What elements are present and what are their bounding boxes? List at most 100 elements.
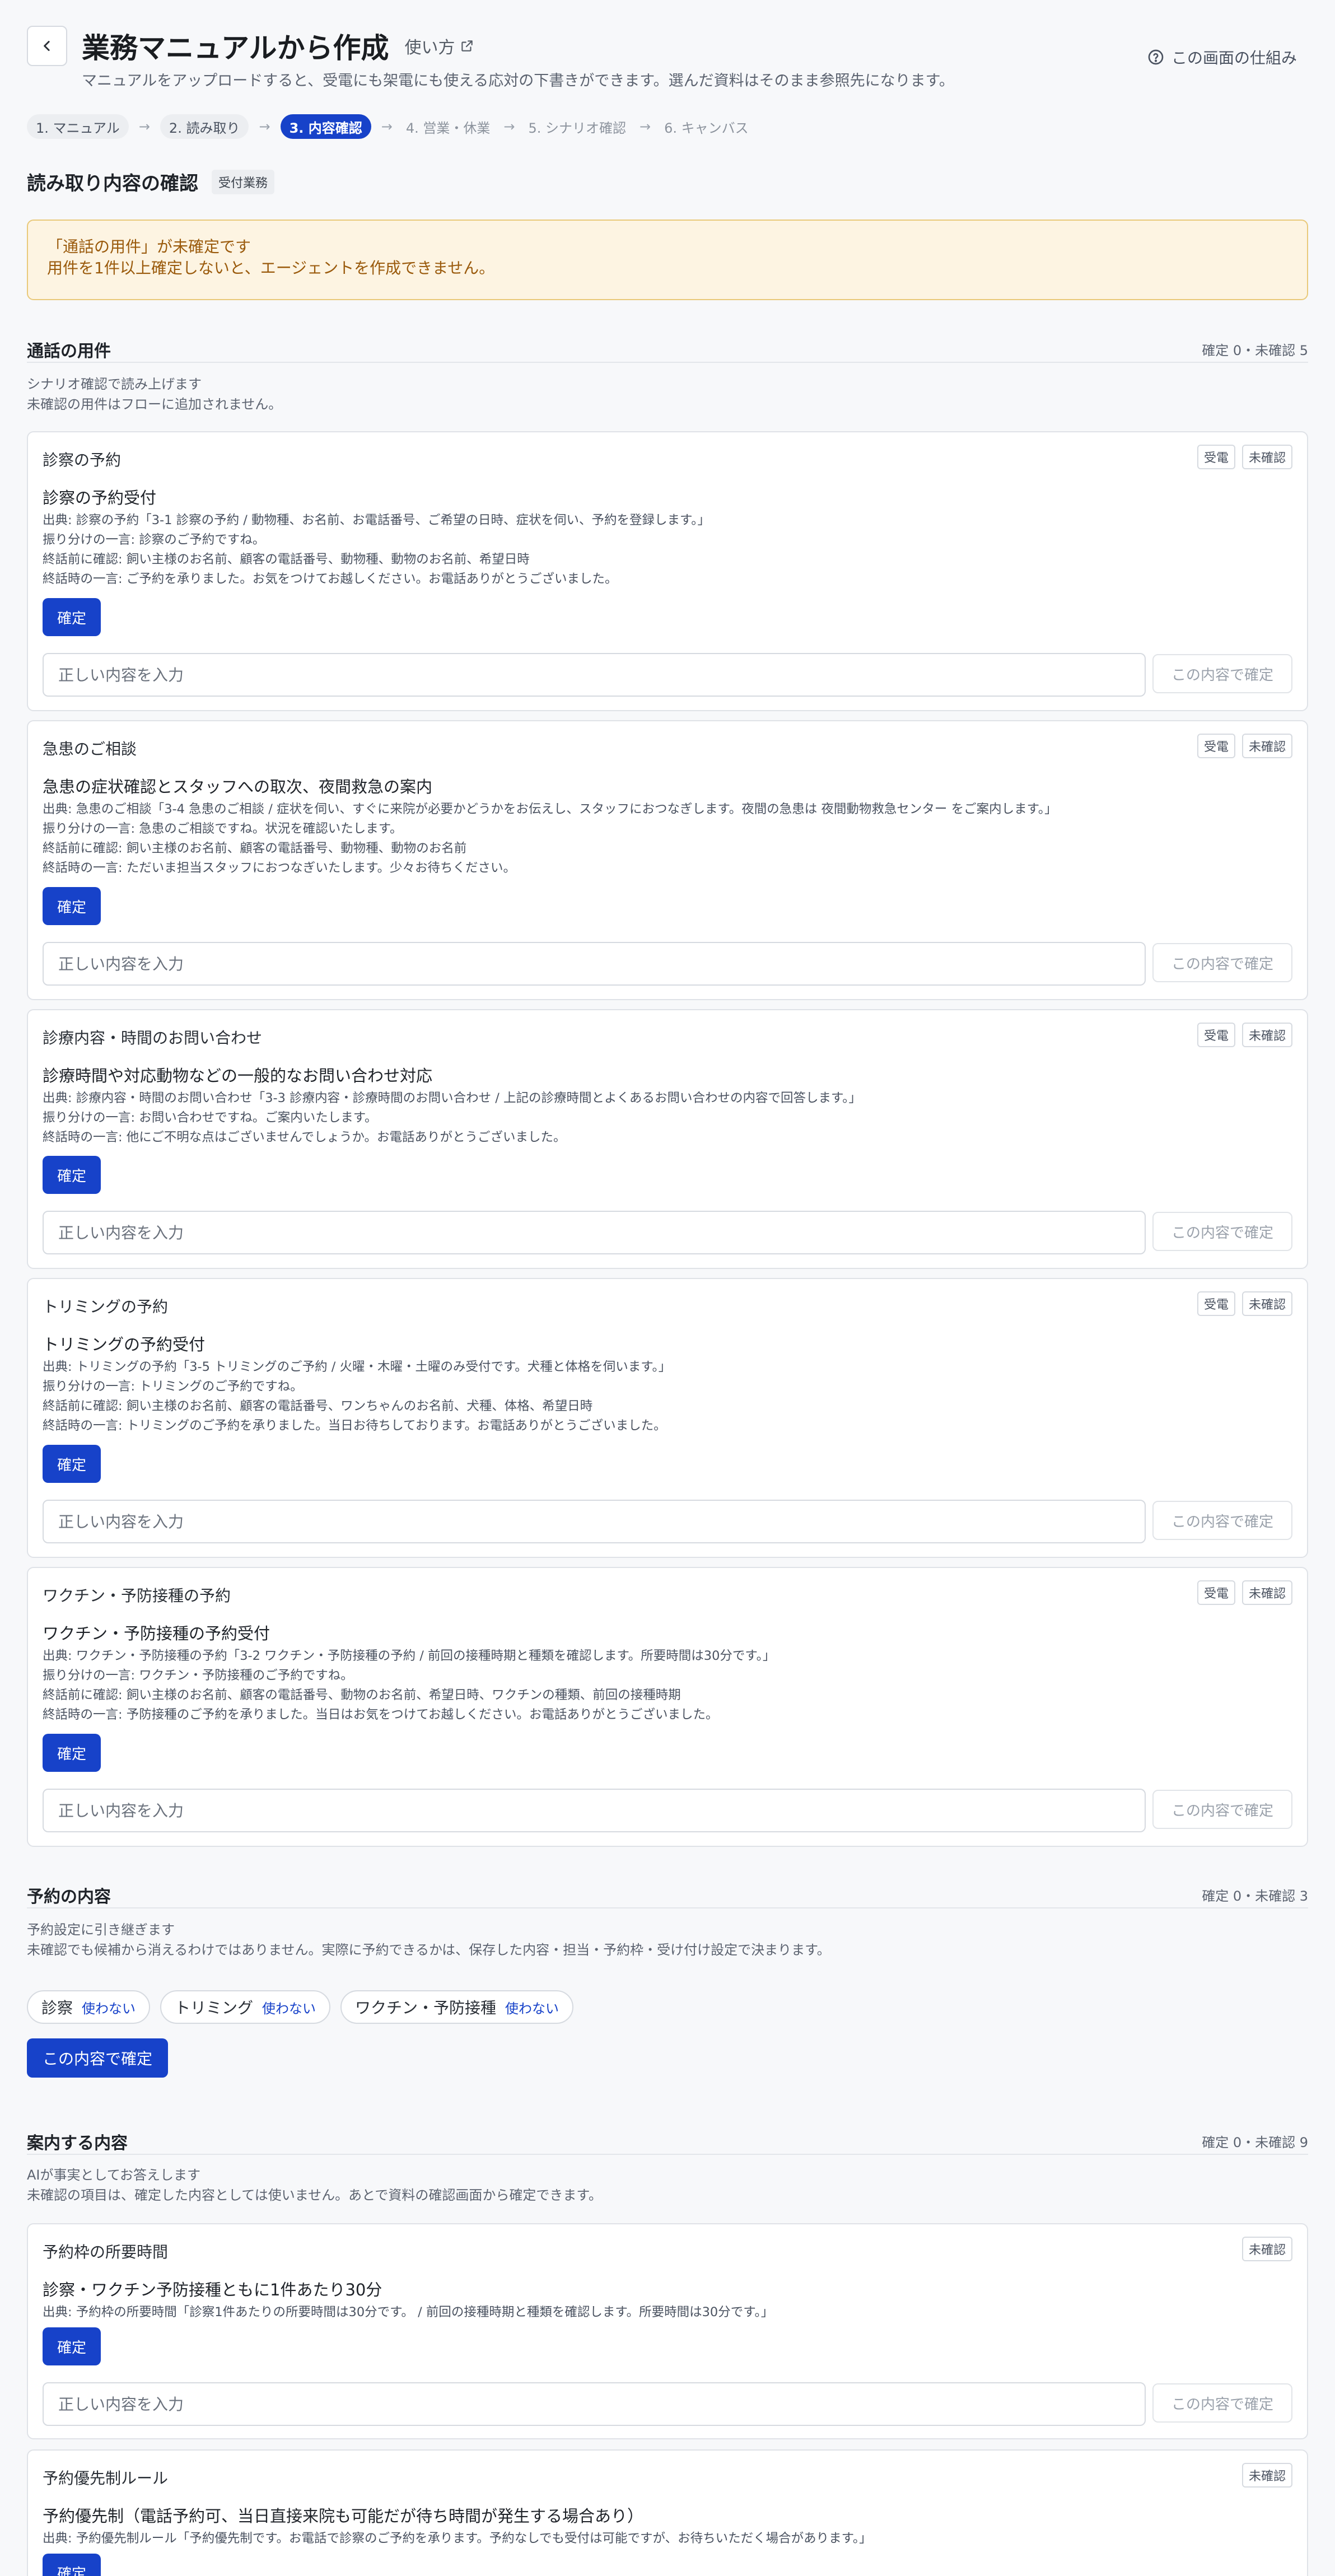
card-detail-line: 振り分けの一言: 診察のご予約ですね。 [43, 533, 265, 547]
page-title: 業務マニュアルから作成 [82, 32, 389, 64]
card-title: 急患のご相談 [43, 740, 137, 758]
card-detail-line: 出典: 急患のご相談「3-4 急患のご相談 / 症状を伺い、すぐに来院が必要かど… [43, 802, 1057, 816]
group-note-line: AIが事実としてお答えします [27, 2167, 201, 2183]
inbound-tag: 受電 [1197, 1580, 1235, 1605]
card-title: ワクチン・予防接種の予約 [43, 1586, 231, 1605]
card-detail-line: 振り分けの一言: お問い合わせですね。ご案内いたします。 [43, 1110, 377, 1125]
unconfirmed-tag: 未確認 [1241, 1580, 1292, 1605]
confirm-button[interactable]: 確定 [43, 1445, 101, 1483]
unconfirmed-tag: 未確認 [1241, 2237, 1292, 2261]
purpose-card: 急患のご相談 受電 未確認 急患の症状確認とスタッフへの取次、夜間救急の案内 出典… [27, 720, 1308, 1000]
confirm-button[interactable]: 確定 [43, 2327, 101, 2365]
card-details: 出典: 診療内容・時間のお問い合わせ「3-3 診療内容・診療時間のお問い合わせ … [43, 1089, 861, 1147]
help-link[interactable]: この画面の仕組み [1147, 46, 1297, 68]
confirm-this-button[interactable]: この内容で確定 [1152, 2383, 1292, 2423]
group-title: 通話の用件 [27, 342, 111, 361]
confirm-this-button[interactable]: この内容で確定 [1152, 1212, 1292, 1251]
correction-input[interactable] [43, 653, 1146, 697]
chip-toggle[interactable]: 使わない [82, 1998, 136, 2017]
group-note-line: 未確認の項目は、確定した内容としては使いません。あとで資料の確認画面から確定でき… [27, 2187, 602, 2203]
group-header-purposes: 通話の用件 確定 0・未確認 5 [27, 332, 1308, 363]
group-count: 確定 0・未確認 3 [1202, 1888, 1308, 1904]
card-details: 出典: 予約優先制ルール「予約優先制です。お電話で診察のご予約を承ります。予約な… [43, 2529, 872, 2549]
confirm-button[interactable]: 確定 [43, 1156, 101, 1194]
card-detail-line: 終話時の一言: 予防接種のご予約を承りました。当日はお気をつけてお越しください。… [43, 1707, 718, 1722]
card-title: 診療内容・時間のお問い合わせ [43, 1029, 263, 1047]
step-review[interactable]: 3. 内容確認 [280, 114, 371, 139]
arrow-right-icon: → [381, 119, 393, 134]
inbound-tag: 受電 [1197, 445, 1235, 469]
step-canvas: 6. キャンバス [664, 120, 749, 136]
help-label: この画面の仕組み [1171, 49, 1297, 67]
arrow-right-icon: → [503, 119, 515, 134]
card-detail-line: 終話時の一言: ご予約を承りました。お気をつけてお越しください。お電話ありがとう… [43, 572, 618, 586]
chevron-left-icon [44, 41, 50, 51]
guidance-card: 予約優先制ルール 未確認 予約優先制（電話予約可、当日直接来院も可能だが待ち時間… [27, 2449, 1308, 2576]
chip-label: トリミング [175, 1999, 254, 2017]
step-read[interactable]: 2. 読み取り [160, 114, 249, 139]
purpose-card: 診療内容・時間のお問い合わせ 受電 未確認 診療時間や対応動物などの一般的なお問い… [27, 1009, 1308, 1269]
group-note: シナリオ確認で読み上げます 未確認の用件はフローに追加されません。 [27, 374, 282, 414]
category-badge: 受付業務 [212, 169, 275, 194]
group-note-line: 予約設定に引き継ぎます [27, 1922, 175, 1938]
back-button[interactable] [27, 26, 67, 66]
card-detail-line: 終話時の一言: 他にご不明な点はございませんでしょうか。お電話ありがとうございま… [43, 1130, 566, 1145]
booking-confirm-button[interactable]: この内容で確定 [27, 2038, 169, 2078]
purpose-card: ワクチン・予防接種の予約 受電 未確認 ワクチン・予防接種の予約受付 出典: ワク… [27, 1567, 1308, 1847]
group-header-guidance: 案内する内容 確定 0・未確認 9 [27, 2124, 1308, 2155]
section-header: 読み取り内容の確認 受付業務 [27, 168, 275, 195]
warning-title: 「通話の用件」が未確定です [47, 237, 251, 256]
step-manual[interactable]: 1. マニュアル [27, 114, 129, 139]
card-detail-line: 出典: 診察の予約「3-1 診察の予約 / 動物種、お名前、お電話番号、ご希望の… [43, 513, 711, 528]
card-details: 出典: 急患のご相談「3-4 急患のご相談 / 症状を伺い、すぐに来院が必要かど… [43, 800, 1057, 878]
warning-message: 用件を1件以上確定しないと、エージェントを作成できません。 [47, 259, 495, 277]
confirm-button[interactable]: 確定 [43, 887, 101, 925]
unconfirmed-tag: 未確認 [1241, 734, 1292, 758]
group-title: 案内する内容 [27, 2134, 128, 2153]
unconfirmed-tag: 未確認 [1241, 445, 1292, 469]
confirm-this-button[interactable]: この内容で確定 [1152, 1501, 1292, 1540]
confirm-this-button[interactable]: この内容で確定 [1152, 943, 1292, 982]
card-detail-line: 出典: 診療内容・時間のお問い合わせ「3-3 診療内容・診療時間のお問い合わせ … [43, 1091, 862, 1105]
group-count: 確定 0・未確認 5 [1202, 343, 1308, 358]
confirm-this-button[interactable]: この内容で確定 [1152, 1790, 1292, 1829]
group-note-line: 未確認でも候補から消えるわけではありません。実際に予約できるかは、保存した内容・… [27, 1942, 830, 1958]
correction-input[interactable] [43, 1211, 1146, 1254]
inbound-tag: 受電 [1197, 734, 1235, 758]
card-detail-line: 振り分けの一言: トリミングのご予約ですね。 [43, 1379, 303, 1394]
correction-input[interactable] [43, 2382, 1146, 2426]
card-detail-line: 終話前に確認: 飼い主様のお名前、顧客の電話番号、動物種、動物のお名前 [43, 841, 467, 856]
card-heading: 診療時間や対応動物などの一般的なお問い合わせ対応 [43, 1066, 433, 1085]
correction-input[interactable] [43, 1500, 1146, 1543]
arrow-right-icon: → [138, 119, 150, 134]
card-detail-line: 終話前に確認: 飼い主様のお名前、顧客の電話番号、動物のお名前、希望日時、ワクチ… [43, 1688, 681, 1702]
chip-toggle[interactable]: 使わない [505, 1998, 559, 2017]
confirm-button[interactable]: 確定 [43, 598, 101, 636]
confirm-button[interactable]: 確定 [43, 2554, 101, 2576]
correction-input[interactable] [43, 942, 1146, 986]
group-note-line: 未確認の用件はフローに追加されません。 [27, 396, 282, 412]
group-note: 予約設定に引き継ぎます 未確認でも候補から消えるわけではありません。実際に予約で… [27, 1920, 830, 1960]
chip-label: 診察 [41, 1999, 73, 2017]
chip-toggle[interactable]: 使わない [262, 1998, 316, 2017]
card-detail-line: 終話時の一言: ただいま担当スタッフにおつなぎいたします。少々お待ちください。 [43, 861, 516, 875]
howto-link[interactable]: 使い方 [405, 34, 474, 58]
group-note: AIが事実としてお答えします 未確認の項目は、確定した内容としては使いません。あ… [27, 2165, 602, 2205]
card-details: 出典: ワクチン・予防接種の予約「3-2 ワクチン・予防接種の予約 / 前回の接… [43, 1646, 775, 1725]
card-detail-line: 出典: 予約枠の所要時間「診察1件あたりの所要時間は30分です。 / 前回の接種… [43, 2305, 774, 2320]
group-title: 予約の内容 [27, 1887, 111, 1907]
correction-input[interactable] [43, 1789, 1146, 1832]
step-scenario: 5. シナリオ確認 [528, 120, 627, 136]
card-details: 出典: 予約枠の所要時間「診察1件あたりの所要時間は30分です。 / 前回の接種… [43, 2303, 773, 2322]
chip-label: ワクチン・予防接種 [355, 1999, 497, 2017]
confirm-this-button[interactable]: この内容で確定 [1152, 654, 1292, 693]
group-header-booking: 予約の内容 確定 0・未確認 3 [27, 1877, 1308, 1908]
booking-chip: 診察 使わない [27, 1990, 151, 2024]
header: 業務マニュアルから作成 使い方 マニュアルをアップロードすると、受電にも架電にも… [27, 0, 1308, 112]
arrow-right-icon: → [640, 119, 651, 134]
section-title: 読み取り内容の確認 [27, 172, 198, 195]
purpose-card: 診察の予約 受電 未確認 診察の予約受付 出典: 診察の予約「3-1 診察の予約 … [27, 431, 1308, 711]
confirm-button[interactable]: 確定 [43, 1734, 101, 1772]
help-circle-icon [1148, 49, 1164, 65]
warning-banner: 「通話の用件」が未確定です 用件を1件以上確定しないと、エージェントを作成できま… [27, 220, 1308, 300]
